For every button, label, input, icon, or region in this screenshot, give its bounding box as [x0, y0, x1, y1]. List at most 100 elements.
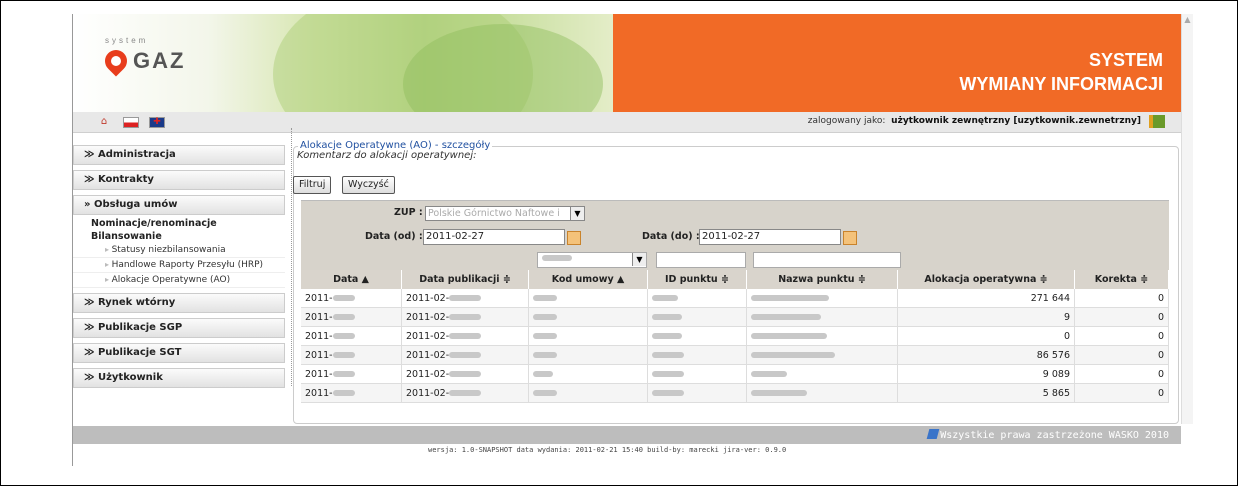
- column-header-nazwa-punktu[interactable]: Nazwa punktu ≑: [746, 270, 898, 289]
- redacted-text: [542, 255, 572, 261]
- column-header-alokacja[interactable]: Alokacja operatywna ≑: [897, 270, 1075, 289]
- cell-data: 2011-: [301, 307, 402, 327]
- column-header-id-punktu[interactable]: ID punktu ≑: [647, 270, 747, 289]
- cell-text: 2011-: [305, 311, 333, 323]
- column-header-data[interactable]: Data ▲: [301, 270, 402, 289]
- sidebar-subitem-nominacje[interactable]: Nominacje/renominacje: [73, 217, 285, 230]
- cell-nazwa-punktu: [746, 345, 898, 365]
- scroll-up-icon[interactable]: ▲: [1182, 14, 1193, 25]
- redacted-text: [449, 371, 482, 377]
- redacted-text: [652, 352, 684, 358]
- poland-flag-icon[interactable]: [123, 117, 139, 128]
- sidebar-item-uzytkownik[interactable]: ≫ Użytkownik: [73, 368, 285, 388]
- cell-id-punktu: [647, 345, 747, 365]
- calendar-icon[interactable]: [567, 231, 581, 245]
- filter-panel: ZUP : Polskie Górnictwo Naftowe i ▼ Data…: [301, 200, 1169, 251]
- column-header-data-publikacji[interactable]: Data publikacji ≑: [401, 270, 529, 289]
- redacted-text: [652, 333, 682, 339]
- table-row[interactable]: 2011- 2011-02- 86 576 0: [301, 345, 1169, 365]
- table-row[interactable]: 2011- 2011-02- 271 644 0: [301, 289, 1169, 308]
- column-filter-row: ▼: [301, 250, 1169, 270]
- sidebar-item-administracja[interactable]: ≫ Administracja: [73, 145, 285, 165]
- sidebar-item-obsluga-umow[interactable]: » Obsługa umów: [73, 195, 285, 215]
- comment-label: Komentarz do alokacji operatywnej:: [297, 150, 477, 161]
- cell-kod-umowy: [528, 289, 648, 308]
- kod-umowy-filter-select[interactable]: ▼: [537, 252, 647, 268]
- calendar-icon[interactable]: [843, 231, 857, 245]
- filter-button[interactable]: Filtruj: [293, 176, 332, 194]
- cell-data: 2011-: [301, 289, 402, 308]
- table-row[interactable]: 2011- 2011-02- 9 089 0: [301, 364, 1169, 384]
- logo-text: GAZ: [133, 48, 186, 73]
- sidebar-item-publikacje-sgp[interactable]: ≫ Publikacje SGP: [73, 318, 285, 338]
- sidebar-subitem-hrp[interactable]: Handlowe Raporty Przesyłu (HRP): [73, 258, 285, 273]
- id-punktu-filter-input[interactable]: [656, 252, 746, 268]
- sidebar-item-kontrakty[interactable]: ≫ Kontrakty: [73, 170, 285, 190]
- column-header-kod-umowy[interactable]: Kod umowy ▲: [528, 270, 648, 289]
- sidebar-subitem-bilansowanie[interactable]: Bilansowanie: [73, 230, 285, 243]
- gaz-system-logo[interactable]: GAZ: [100, 45, 186, 77]
- header-banner: system GAZ SYSTEM WYMIANY INFORMACJI: [73, 14, 1181, 112]
- cell-text: 2011-: [305, 349, 333, 361]
- date-from-input[interactable]: 2011-02-27: [423, 229, 565, 245]
- cell-data: 2011-: [301, 383, 402, 403]
- sidebar-subitem-alokacje[interactable]: Alokacje Operatywne (AO): [73, 273, 285, 288]
- redacted-text: [449, 352, 482, 358]
- redacted-text: [533, 295, 557, 301]
- top-toolbar: ⌂ ✚ zalogowany jako: użytkownik zewnętrz…: [73, 112, 1181, 133]
- nazwa-punktu-filter-input[interactable]: [753, 252, 901, 268]
- cell-alokacja: 5 865: [897, 383, 1075, 403]
- redacted-text: [533, 333, 557, 339]
- redacted-text: [332, 314, 355, 320]
- cell-alokacja: 0: [897, 326, 1075, 346]
- zup-select[interactable]: Polskie Górnictwo Naftowe i ▼: [425, 206, 585, 221]
- column-header-korekta[interactable]: Korekta ≑: [1074, 270, 1169, 289]
- page-scrollbar[interactable]: ▲: [1181, 14, 1193, 424]
- cell-data-publikacji: 2011-02-: [401, 364, 529, 384]
- chevron-down-icon[interactable]: ▼: [570, 207, 584, 220]
- cell-text: 2011-02-: [406, 387, 450, 399]
- sidebar-subitem-statusy[interactable]: Statusy niezbilansowania: [73, 243, 285, 258]
- wasko-logo-icon: [926, 429, 940, 439]
- cell-id-punktu: [647, 307, 747, 327]
- chevron-down-icon[interactable]: ▼: [632, 253, 646, 266]
- sidebar-item-publikacje-sgt[interactable]: ≫ Publikacje SGT: [73, 343, 285, 363]
- sidebar-item-label: Administracja: [97, 149, 176, 160]
- clear-button[interactable]: Wyczyść: [342, 176, 395, 194]
- table-row[interactable]: 2011- 2011-02- 0 0: [301, 326, 1169, 346]
- cell-id-punktu: [647, 364, 747, 384]
- flame-logo-icon: [100, 45, 132, 77]
- cell-data-publikacji: 2011-02-: [401, 289, 529, 308]
- redacted-text: [751, 352, 835, 358]
- sidebar-item-label: Publikacje SGP: [97, 322, 183, 333]
- uk-flag-icon[interactable]: ✚: [149, 117, 165, 128]
- sidebar-menu: ≫ Administracja ≫ Kontrakty » Obsługa um…: [73, 145, 285, 393]
- logout-icon[interactable]: [1149, 115, 1165, 128]
- table-row[interactable]: 2011- 2011-02- 9 0: [301, 307, 1169, 327]
- cell-kod-umowy: [528, 307, 648, 327]
- logged-label: zalogowany jako:: [807, 116, 886, 126]
- date-to-input[interactable]: 2011-02-27: [699, 229, 841, 245]
- logo-subtext: system: [105, 36, 149, 45]
- sidebar-separator[interactable]: [291, 128, 292, 386]
- redacted-text: [332, 390, 355, 396]
- cell-data-publikacji: 2011-02-: [401, 326, 529, 346]
- sidebar-item-rynek-wtorny[interactable]: ≫ Rynek wtórny: [73, 293, 285, 313]
- cell-nazwa-punktu: [746, 289, 898, 308]
- cell-data-publikacji: 2011-02-: [401, 383, 529, 403]
- sidebar-item-label: Rynek wtórny: [97, 297, 176, 308]
- sidebar-item-label: Publikacje SGT: [97, 347, 182, 358]
- redacted-text: [751, 314, 821, 320]
- system-title-line1: SYSTEM: [1088, 50, 1163, 70]
- zup-label: ZUP :: [394, 207, 423, 218]
- logged-username: użytkownik zewnętrzny [uzytkownik.zewnet…: [891, 116, 1141, 126]
- redacted-text: [332, 333, 355, 339]
- cell-kod-umowy: [528, 383, 648, 403]
- cell-text: 2011-: [305, 368, 333, 380]
- table-row[interactable]: 2011- 2011-02- 5 865 0: [301, 383, 1169, 403]
- cell-korekta: 0: [1074, 326, 1169, 346]
- cell-id-punktu: [647, 326, 747, 346]
- home-icon[interactable]: ⌂: [97, 116, 111, 127]
- cell-text: 2011-02-: [406, 368, 450, 380]
- redacted-text: [449, 333, 482, 339]
